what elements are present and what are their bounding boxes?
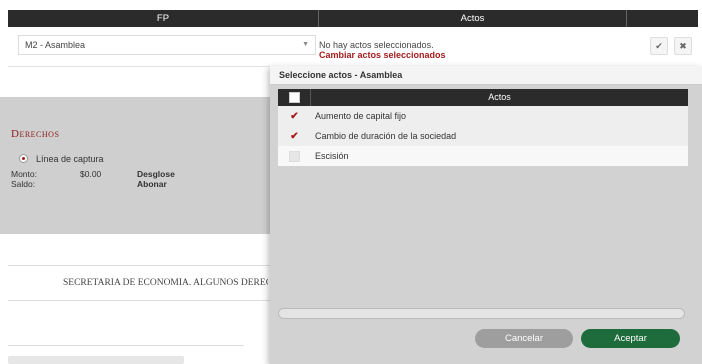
derechos-panel xyxy=(0,97,270,234)
row-checkbox[interactable]: ✔ xyxy=(289,131,300,142)
divider xyxy=(8,300,270,301)
table-row[interactable]: ✔ Aumento de capital fijo xyxy=(278,106,688,126)
actions-column-header xyxy=(627,10,698,27)
spacer-band xyxy=(0,234,270,264)
row-label: Aumento de capital fijo xyxy=(315,111,407,121)
footer-notice: SECRETARÍA DE ECONOMÍA. ALGUNOS DERECHOS… xyxy=(63,278,268,288)
fp-row: M2 - Asamblea ▼ No hay actos seleccionad… xyxy=(8,27,698,67)
remove-button[interactable]: ✖ xyxy=(674,37,692,55)
row-checkbox[interactable]: ✔ xyxy=(289,111,300,122)
linea-captura-radio[interactable] xyxy=(19,154,28,163)
table-row[interactable]: Escisión xyxy=(278,146,688,166)
row-checkbox[interactable] xyxy=(289,150,300,162)
bottom-panel xyxy=(8,356,184,364)
row-label: Escisión xyxy=(315,151,349,161)
chevron-down-icon: ▼ xyxy=(302,41,309,48)
fp-select[interactable]: M2 - Asamblea ▼ xyxy=(18,35,316,55)
modal-title: Seleccione actos - Asamblea xyxy=(270,66,702,85)
cancel-button[interactable]: Cancelar xyxy=(475,329,573,348)
saldo-label: Saldo: xyxy=(11,179,36,189)
acts-table-header: FP Actos xyxy=(8,10,698,27)
actos-status-text: No hay actos seleccionados. xyxy=(319,40,434,50)
acts-column-header: Actos xyxy=(488,92,511,102)
monto-label: Monto: xyxy=(11,169,37,179)
desglose-link[interactable]: Desglose xyxy=(137,169,175,179)
fp-select-value: M2 - Asamblea xyxy=(25,40,86,50)
table-row[interactable]: ✔ Cambio de duración de la sociedad xyxy=(278,126,688,146)
actos-status: No hay actos seleccionados. Cambiar acto… xyxy=(319,40,446,60)
abonar-link[interactable]: Abonar xyxy=(137,179,167,189)
confirm-button[interactable]: ✔ xyxy=(650,37,668,55)
close-icon: ✖ xyxy=(679,41,687,51)
derechos-title: Derechos xyxy=(11,128,60,140)
linea-captura-label: Línea de captura xyxy=(36,154,104,164)
check-icon: ✔ xyxy=(655,41,663,51)
change-acts-link[interactable]: Cambiar actos seleccionados xyxy=(319,50,446,60)
accept-button[interactable]: Aceptar xyxy=(581,329,680,348)
acts-table-head: Actos xyxy=(278,89,688,106)
fp-column-header: FP xyxy=(8,10,319,27)
divider xyxy=(8,265,270,266)
select-all-checkbox[interactable] xyxy=(278,89,311,106)
acts-table: Actos ✔ Aumento de capital fijo ✔ Cambio… xyxy=(278,89,688,166)
divider xyxy=(8,345,244,346)
select-acts-modal: Seleccione actos - Asamblea Actos ✔ Aume… xyxy=(270,66,702,364)
actos-column-header: Actos xyxy=(319,10,627,27)
row-label: Cambio de duración de la sociedad xyxy=(315,131,457,141)
horizontal-scrollbar[interactable] xyxy=(278,308,685,319)
monto-value: $0.00 xyxy=(80,169,102,179)
